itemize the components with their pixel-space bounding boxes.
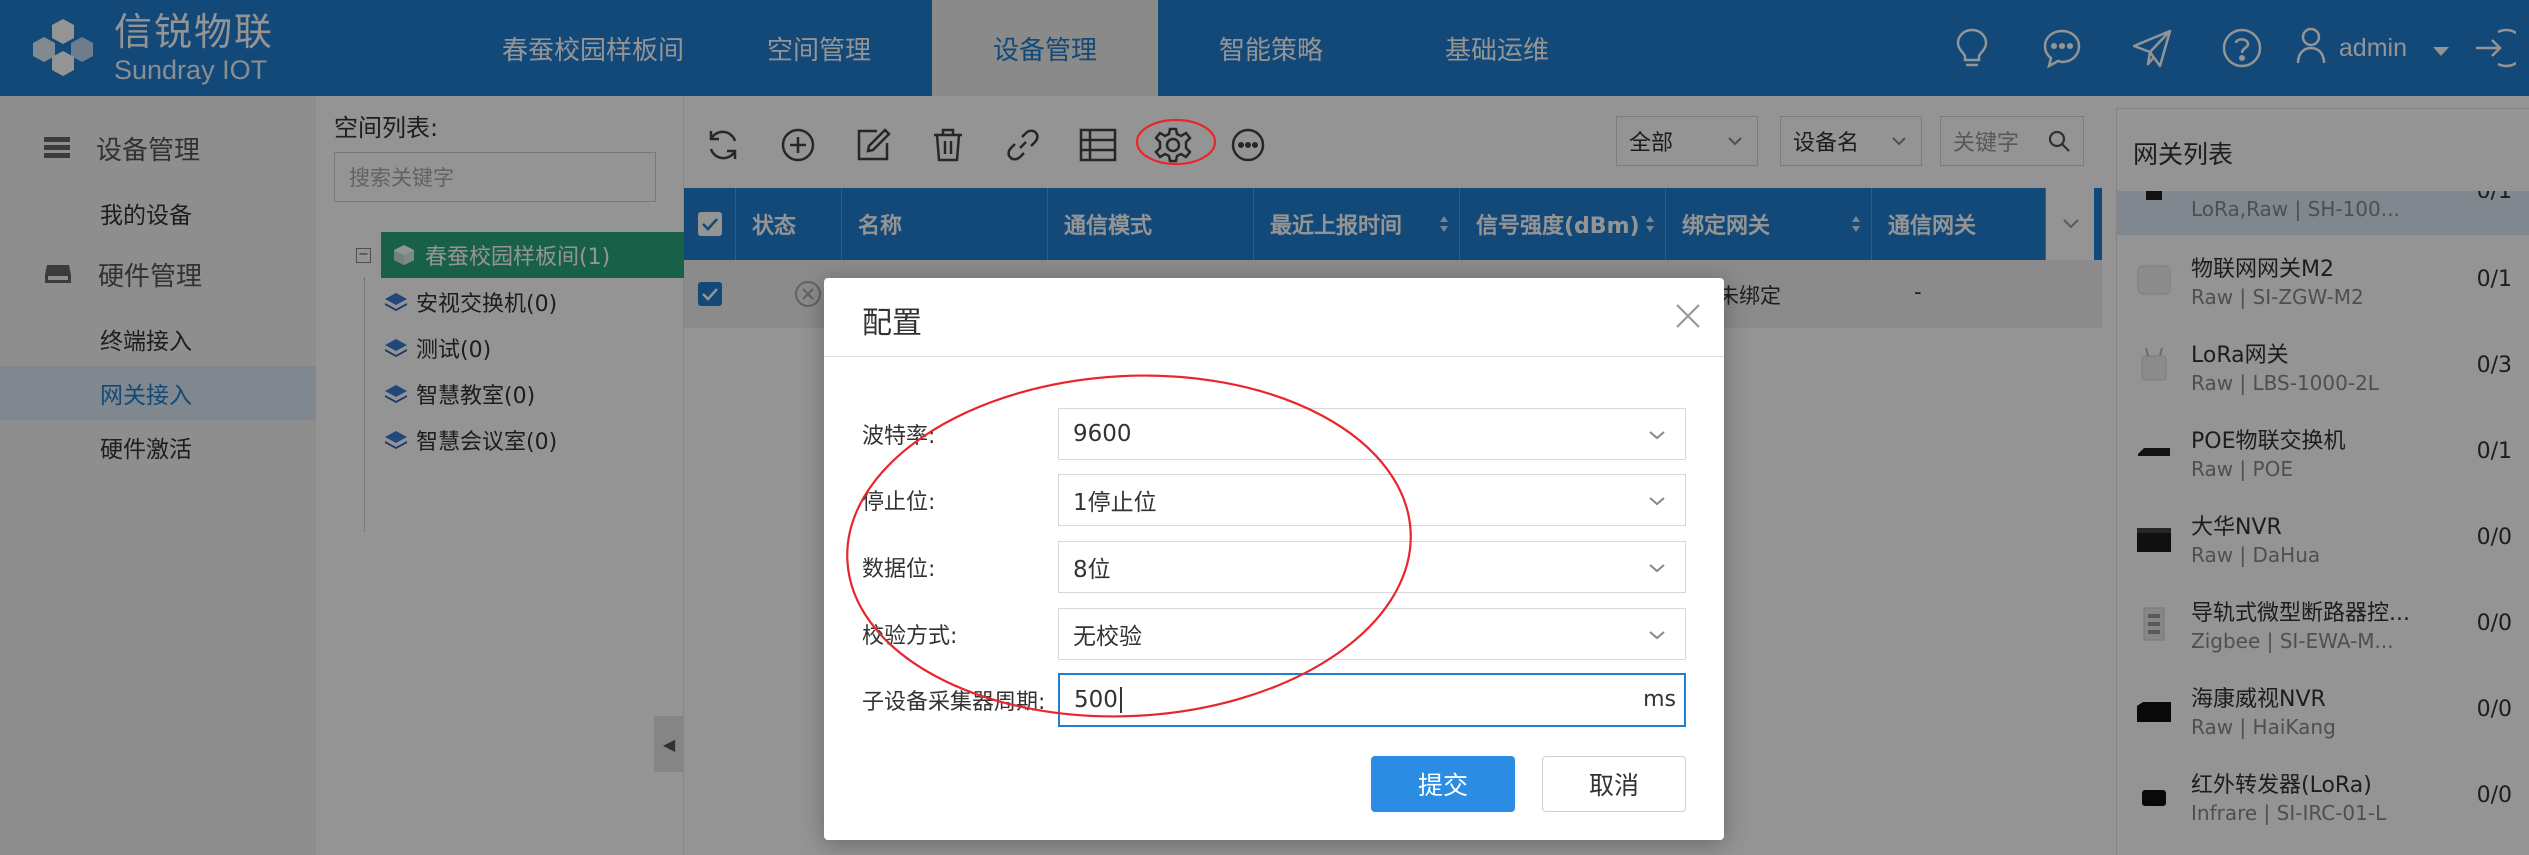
data-bits-select[interactable]: 8位 [1058,541,1686,593]
stop-bits-value: 1停止位 [1073,490,1157,516]
data-bits-value: 8位 [1073,557,1111,583]
submit-button[interactable]: 提交 [1371,756,1515,812]
stop-bits-label: 停止位: [862,490,936,515]
dialog-divider [824,356,1724,357]
chevron-down-icon [1649,631,1665,640]
dialog-title: 配置 [862,306,922,341]
close-icon[interactable] [1668,296,1708,336]
chevron-down-icon [1649,564,1665,573]
data-bits-label: 数据位: [862,557,936,582]
collect-period-input[interactable]: 500 ms [1058,673,1686,727]
baud-rate-value: 9600 [1073,421,1132,447]
stop-bits-select[interactable]: 1停止位 [1058,474,1686,526]
chevron-down-icon [1649,431,1665,440]
config-dialog: 配置 波特率: 9600 停止位: 1停止位 数据位: 8位 校验方式: 无校验… [824,278,1724,840]
text-caret [1119,687,1122,713]
baud-rate-select[interactable]: 9600 [1058,408,1686,460]
parity-value: 无校验 [1073,624,1142,650]
collect-period-unit: ms [1643,687,1676,712]
parity-select[interactable]: 无校验 [1058,608,1686,660]
collect-period-label: 子设备采集器周期: [862,690,1046,715]
baud-rate-label: 波特率: [862,424,936,449]
cancel-button[interactable]: 取消 [1542,756,1686,812]
parity-label: 校验方式: [862,624,958,649]
chevron-down-icon [1649,497,1665,506]
collect-period-value: 500 [1074,687,1118,713]
